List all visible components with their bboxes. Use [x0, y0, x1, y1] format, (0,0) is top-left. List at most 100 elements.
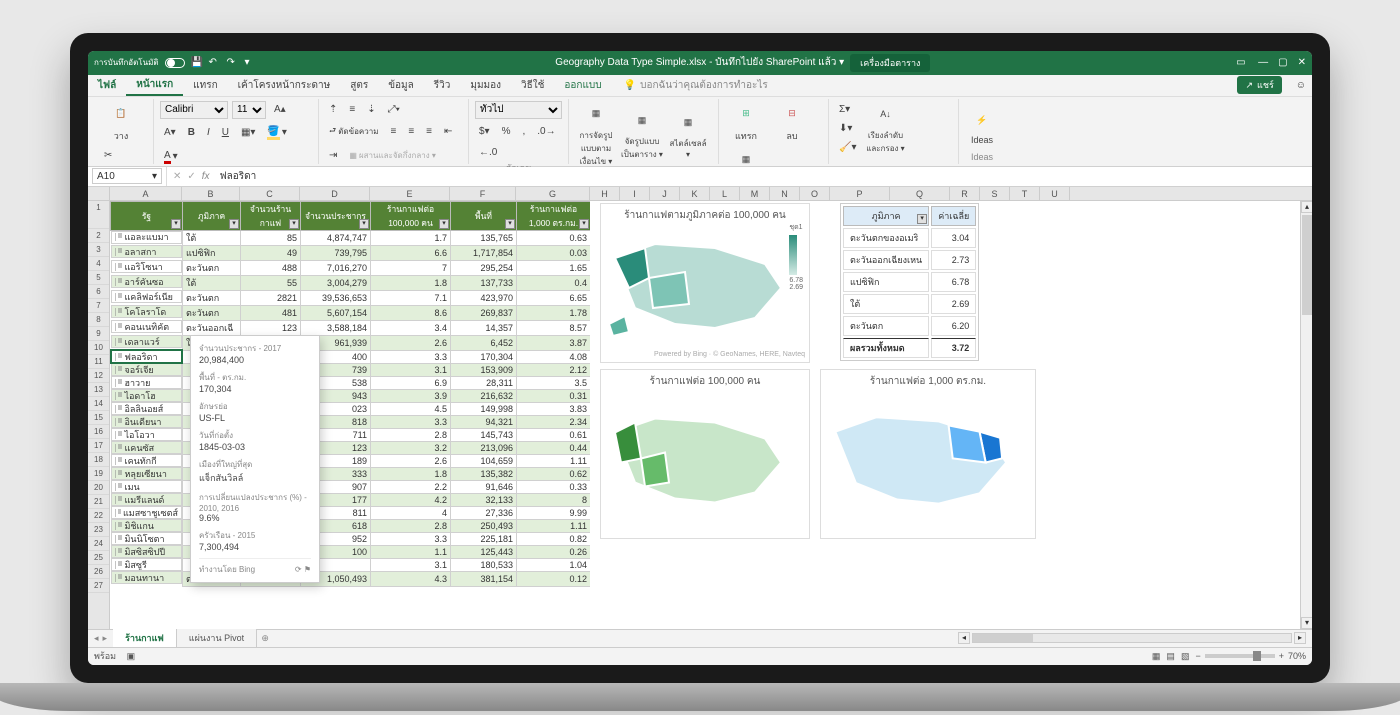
qat-more[interactable]: ▾: [245, 57, 250, 68]
tab-view[interactable]: มุมมอง: [460, 75, 511, 96]
view-page-break-icon[interactable]: ▧: [1181, 651, 1190, 662]
data-table[interactable]: รัฐ▾ ภูมิภาค▾ จำนวนร้านกาแฟ▾ จำนวนประชาก…: [110, 201, 590, 587]
ribbon-options-icon[interactable]: ▭: [1236, 57, 1248, 69]
enter-formula-icon[interactable]: ✓: [187, 171, 195, 182]
zoom-slider[interactable]: [1205, 654, 1275, 658]
increase-indent-icon[interactable]: ⇥: [325, 147, 341, 164]
filter-icon[interactable]: ▾: [171, 219, 181, 229]
filter-icon[interactable]: ▾: [917, 214, 927, 224]
table-row[interactable]: หลุยเซียนา3331.8135,3820.62: [111, 467, 591, 480]
tab-data[interactable]: ข้อมูล: [378, 75, 424, 96]
table-row[interactable]: ฟลอริดา4003.3170,3044.08: [111, 350, 591, 363]
view-page-layout-icon[interactable]: ▤: [1166, 651, 1175, 662]
save-icon[interactable]: 💾: [191, 57, 203, 69]
table-row[interactable]: อิลลินอยส์0234.5149,9983.83: [111, 402, 591, 415]
table-row[interactable]: แมสซาชูเซตส์811427,3369.99: [111, 506, 591, 519]
sort-filter-button[interactable]: A↓เรียงลำดับและกรอง ▾: [864, 101, 906, 155]
scroll-up-icon[interactable]: ▴: [1301, 201, 1312, 213]
table-row[interactable]: แคนซัส1233.2213,0960.44: [111, 441, 591, 454]
table-row[interactable]: ฮาวาย5386.928,3113.5: [111, 376, 591, 389]
table-row[interactable]: โคโลราโดตะวันตก4815,607,1548.6269,8371.7…: [111, 305, 591, 320]
filter-icon[interactable]: ▾: [229, 219, 239, 229]
fill-icon[interactable]: ⬇▾: [835, 120, 860, 137]
table-row[interactable]: มอนทานาตะวันตก1,050,4934.3381,1540.12: [111, 571, 591, 586]
filter-icon[interactable]: ▾: [439, 219, 449, 229]
tab-help[interactable]: วิธีใช้: [511, 75, 554, 96]
chart-map-region[interactable]: ร้านกาแฟตามภูมิภาคต่อ 100,000 คน ชุด1: [600, 203, 810, 363]
formula-input[interactable]: ฟลอริดา: [216, 169, 1312, 184]
zoom-out-icon[interactable]: −: [1195, 651, 1200, 661]
tab-formulas[interactable]: สูตร: [340, 75, 378, 96]
column-headers[interactable]: ABCDEFGHIJKLMNOPQRSTU: [110, 187, 1312, 201]
tab-design[interactable]: ออกแบบ: [554, 75, 611, 96]
filter-icon[interactable]: ▾: [579, 219, 589, 229]
comma-format-icon[interactable]: ,: [519, 123, 530, 140]
chart-map-perkm[interactable]: ร้านกาแฟต่อ 1,000 ตร.กม.: [820, 369, 1036, 539]
horizontal-scrollbar[interactable]: ◂ ▸: [273, 632, 1312, 644]
fill-color-icon[interactable]: 🪣▾: [263, 123, 290, 143]
accounting-format-icon[interactable]: $▾: [475, 123, 494, 140]
font-size-select[interactable]: 11: [232, 101, 266, 119]
table-row[interactable]: เคนทักกี1892.6104,6591.11: [111, 454, 591, 467]
sheet-nav-first-icon[interactable]: ◂: [94, 633, 99, 644]
align-top-icon[interactable]: ⇡: [325, 101, 341, 118]
table-row[interactable]: แอละแบมาใต้854,874,7471.7135,7650.63: [111, 230, 591, 245]
table-row[interactable]: เมน9072.291,6460.33: [111, 480, 591, 493]
filter-icon[interactable]: ▾: [505, 219, 515, 229]
sheet-tab-active[interactable]: ร้านกาแฟ: [113, 629, 177, 647]
tab-review[interactable]: รีวิว: [424, 75, 461, 96]
filter-icon[interactable]: ▾: [289, 219, 299, 229]
table-row[interactable]: ไอโอวา7112.8145,7430.61: [111, 428, 591, 441]
table-row[interactable]: เดลาแวร์ใต้25961,9392.66,4523.87: [111, 335, 591, 350]
orientation-icon[interactable]: ⤢▾: [384, 101, 404, 118]
redo-icon[interactable]: ↷: [227, 57, 239, 69]
tab-home[interactable]: หน้าแรก: [126, 75, 183, 96]
view-normal-icon[interactable]: ▦: [1152, 651, 1161, 662]
scroll-down-icon[interactable]: ▾: [1301, 617, 1312, 629]
paste-button[interactable]: 📋 วาง: [100, 101, 142, 143]
table-row[interactable]: มินนิโซตา9523.3225,1810.82: [111, 532, 591, 545]
scroll-thumb[interactable]: [1302, 215, 1312, 315]
table-row[interactable]: มิสซิสซิปปี1001.1125,4430.26: [111, 545, 591, 558]
sheet-nav-last-icon[interactable]: ▸: [103, 633, 108, 644]
table-row[interactable]: อาร์คันซอใต้553,004,2791.8137,7330.4: [111, 275, 591, 290]
vertical-scrollbar[interactable]: ▴ ▾: [1300, 201, 1312, 629]
scroll-right-icon[interactable]: ▸: [1294, 632, 1306, 644]
italic-button[interactable]: I: [203, 124, 214, 141]
sheet-tab[interactable]: แผ่นงาน Pivot: [177, 629, 257, 647]
increase-font-icon[interactable]: A▴: [270, 101, 290, 118]
scroll-left-icon[interactable]: ◂: [958, 632, 970, 644]
share-button[interactable]: ↗ แชร์: [1237, 76, 1281, 94]
decrease-indent-icon[interactable]: ⇤: [440, 123, 456, 140]
table-row[interactable]: แอริโซนาตะวันตก4887,016,2707295,2541.65: [111, 260, 591, 275]
add-sheet-icon[interactable]: ⊕: [257, 633, 273, 644]
percent-format-icon[interactable]: %: [498, 123, 515, 140]
select-all-corner[interactable]: [88, 187, 110, 201]
decrease-decimal-icon[interactable]: ←.0: [475, 144, 501, 161]
window-maximize-icon[interactable]: ▢: [1278, 57, 1287, 68]
cut-icon[interactable]: ✂: [100, 147, 121, 164]
tab-pagelayout[interactable]: เค้าโครงหน้ากระดาษ: [228, 75, 341, 96]
autosum-icon[interactable]: Σ▾: [835, 101, 860, 118]
ideas-button[interactable]: ⚡Ideas: [965, 107, 999, 145]
table-row[interactable]: คอนเนทิคัตตะวันออกเฉี1233,588,1843.414,3…: [111, 320, 591, 335]
table-row[interactable]: อินเดียนา8183.394,3212.34: [111, 415, 591, 428]
clear-icon[interactable]: 🧹▾: [835, 139, 860, 156]
align-bottom-icon[interactable]: ⇣: [363, 101, 379, 118]
align-middle-icon[interactable]: ≡: [345, 101, 359, 118]
font-color-icon[interactable]: A▾: [160, 147, 182, 167]
align-left-icon[interactable]: ≡: [386, 123, 400, 140]
tab-file[interactable]: ไฟล์: [88, 75, 126, 96]
merge-button[interactable]: ▦ ผสานและจัดกึ่งกลาง ▾: [345, 146, 439, 165]
worksheet-grid[interactable]: ABCDEFGHIJKLMNOPQRSTU 123456789101112131…: [88, 187, 1312, 629]
window-close-icon[interactable]: ✕: [1298, 57, 1306, 68]
data-card-popup[interactable]: จำนวนประชากร - 201720,984,400พื้นที่ - ต…: [190, 335, 320, 583]
table-row[interactable]: มิชิแกน6182.8250,4931.11: [111, 519, 591, 532]
table-row[interactable]: ไอดาโฮ9433.9216,6320.31: [111, 389, 591, 402]
decrease-font-icon[interactable]: A▾: [160, 124, 180, 141]
align-right-icon[interactable]: ≡: [422, 123, 436, 140]
undo-icon[interactable]: ↶: [209, 57, 221, 69]
insert-cells-button[interactable]: ⊞แทรก: [725, 101, 767, 143]
borders-icon[interactable]: ▦▾: [237, 124, 259, 141]
increase-decimal-icon[interactable]: .0→: [533, 123, 559, 140]
